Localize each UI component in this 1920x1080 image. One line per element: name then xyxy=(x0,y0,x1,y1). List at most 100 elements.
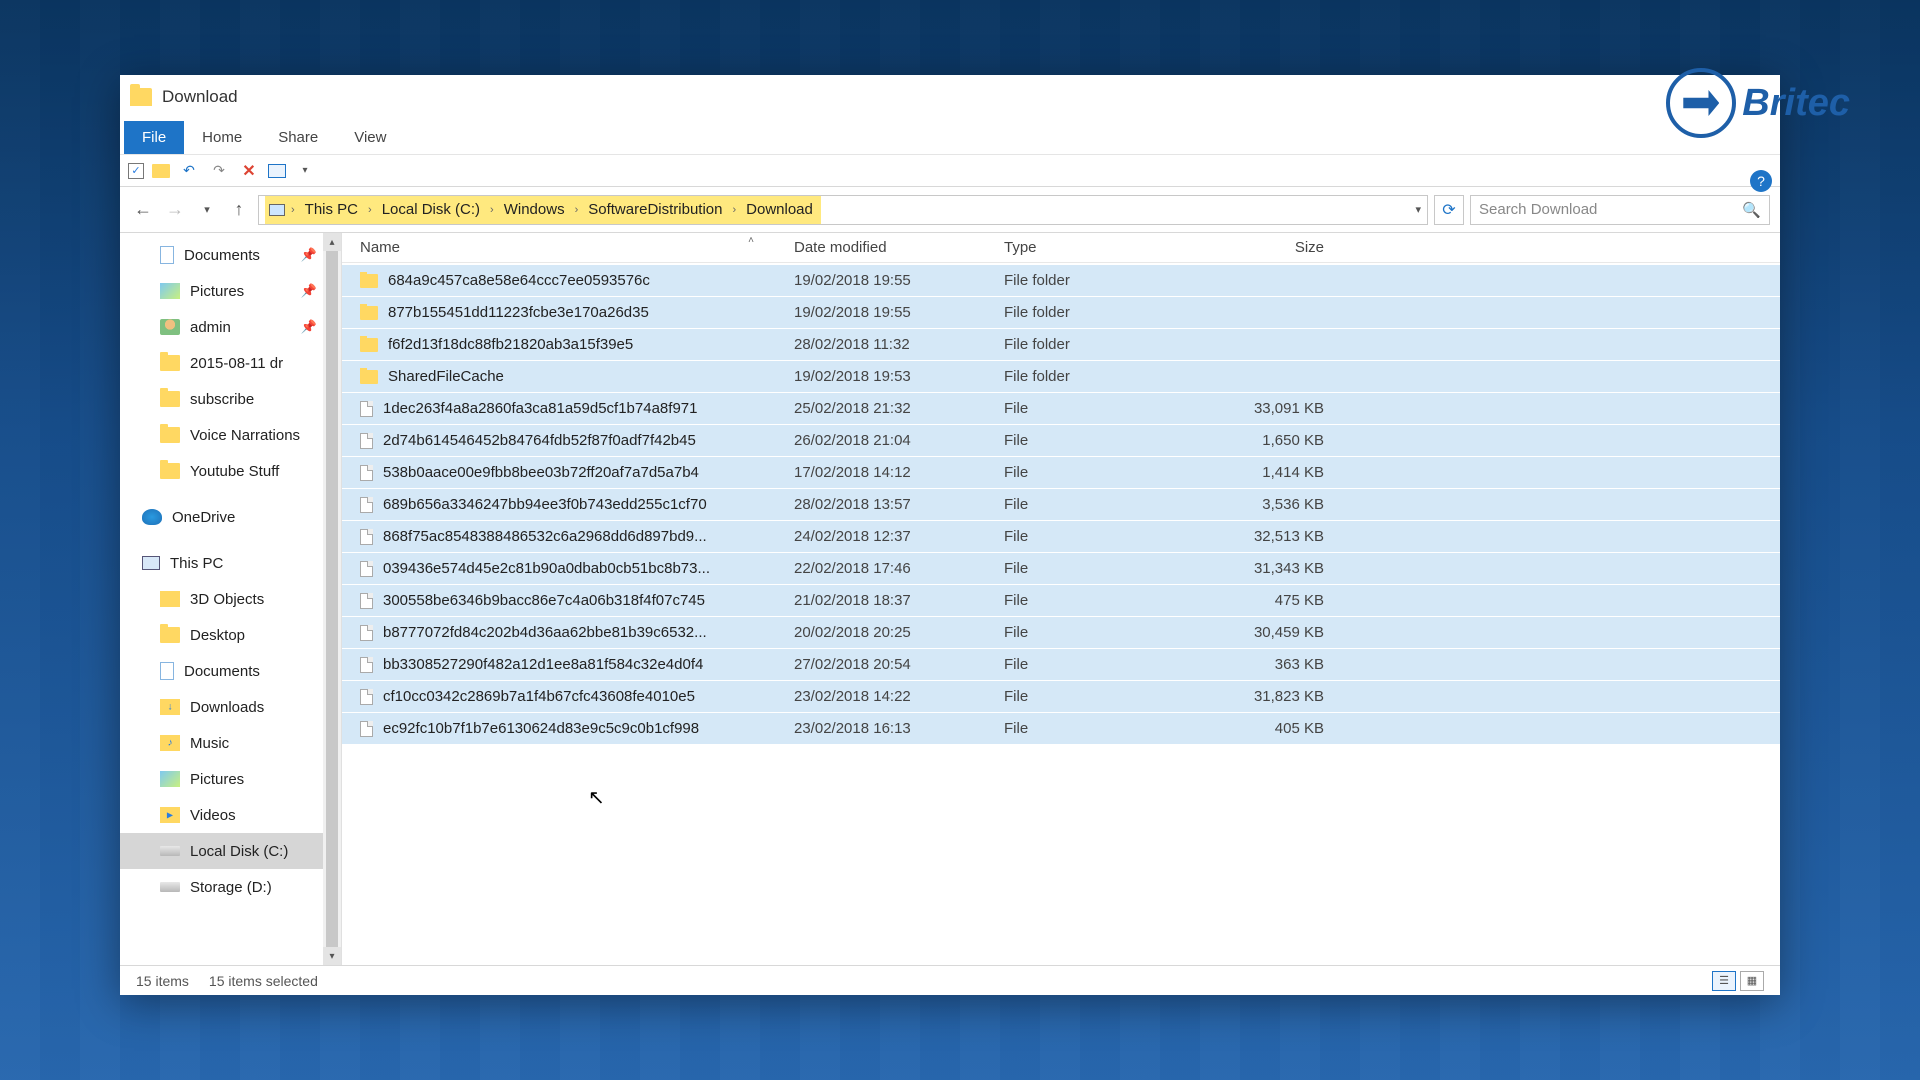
chevron-right-icon[interactable]: › xyxy=(366,204,374,216)
file-date: 23/02/2018 14:22 xyxy=(794,688,1004,705)
3d-objects-icon xyxy=(160,591,180,607)
sidebar-item-admin[interactable]: admin📌 xyxy=(120,309,341,345)
file-size: 3,536 KB xyxy=(1204,496,1334,513)
file-size: 363 KB xyxy=(1204,656,1334,673)
back-button[interactable]: ← xyxy=(130,197,156,223)
status-bar: 15 items 15 items selected ☰ ▦ xyxy=(120,965,1780,995)
crumb-softwaredistribution[interactable]: SoftwareDistribution xyxy=(580,196,730,224)
file-row[interactable]: 1dec263f4a8a2860fa3ca81a59d5cf1b74a8f971… xyxy=(342,393,1780,425)
folder-icon xyxy=(360,306,378,320)
sidebar-scrollbar[interactable]: ▴ ▾ xyxy=(323,233,341,965)
file-date: 28/02/2018 13:57 xyxy=(794,496,1004,513)
file-icon xyxy=(360,625,373,641)
file-date: 19/02/2018 19:55 xyxy=(794,272,1004,289)
details-view-button[interactable]: ☰ xyxy=(1712,971,1736,991)
file-date: 19/02/2018 19:53 xyxy=(794,368,1004,385)
file-row[interactable]: 300558be6346b9bacc86e7c4a06b318f4f07c745… xyxy=(342,585,1780,617)
file-row[interactable]: 877b155451dd11223fcbe3e170a26d3519/02/20… xyxy=(342,297,1780,329)
file-name: 1dec263f4a8a2860fa3ca81a59d5cf1b74a8f971 xyxy=(383,400,697,417)
sidebar-item-pictures[interactable]: Pictures xyxy=(120,761,341,797)
sidebar-item-desktop[interactable]: Desktop xyxy=(120,617,341,653)
chevron-right-icon[interactable]: › xyxy=(289,204,297,216)
properties-icon[interactable] xyxy=(268,164,286,178)
search-input[interactable]: Search Download 🔍 xyxy=(1470,195,1770,225)
delete-icon[interactable]: ✕ xyxy=(238,160,260,182)
sidebar-item-3d-objects[interactable]: 3D Objects xyxy=(120,581,341,617)
file-row[interactable]: bb3308527290f482a12d1ee8a81f584c32e4d0f4… xyxy=(342,649,1780,681)
tab-share[interactable]: Share xyxy=(260,121,336,154)
sidebar-item-pictures-quick[interactable]: Pictures📌 xyxy=(120,273,341,309)
file-row[interactable]: cf10cc0342c2869b7a1f4b67cfc43608fe4010e5… xyxy=(342,681,1780,713)
file-icon xyxy=(360,465,373,481)
sidebar-item-local-disk[interactable]: Local Disk (C:) xyxy=(120,833,341,869)
file-row[interactable]: SharedFileCache19/02/2018 19:53File fold… xyxy=(342,361,1780,393)
crumb-download[interactable]: Download xyxy=(738,196,821,224)
scroll-up-icon[interactable]: ▴ xyxy=(323,233,341,251)
sidebar-item-onedrive[interactable]: OneDrive xyxy=(120,499,341,535)
file-row[interactable]: 538b0aace00e9fbb8bee03b72ff20af7a7d5a7b4… xyxy=(342,457,1780,489)
crumb-local-disk[interactable]: Local Disk (C:) xyxy=(374,196,488,224)
sidebar-item-music[interactable]: Music xyxy=(120,725,341,761)
properties-check-icon[interactable]: ✓ xyxy=(128,163,144,179)
sidebar-item-videos[interactable]: Videos xyxy=(120,797,341,833)
file-date: 27/02/2018 20:54 xyxy=(794,656,1004,673)
scroll-down-icon[interactable]: ▾ xyxy=(323,947,341,965)
tab-file[interactable]: File xyxy=(124,121,184,154)
file-type: File xyxy=(1004,656,1204,673)
file-row[interactable]: 039436e574d45e2c81b90a0dbab0cb51bc8b73..… xyxy=(342,553,1780,585)
chevron-right-icon[interactable]: › xyxy=(573,204,581,216)
thumbnails-view-button[interactable]: ▦ xyxy=(1740,971,1764,991)
folder-icon xyxy=(360,370,378,384)
sidebar-item-subscribe[interactable]: subscribe xyxy=(120,381,341,417)
new-folder-icon[interactable] xyxy=(152,164,170,178)
file-row[interactable]: 689b656a3346247bb94ee3f0b743edd255c1cf70… xyxy=(342,489,1780,521)
chevron-right-icon[interactable]: › xyxy=(730,204,738,216)
chevron-right-icon[interactable]: › xyxy=(488,204,496,216)
column-name[interactable]: Name˄ xyxy=(342,239,794,256)
sidebar-item-voice[interactable]: Voice Narrations xyxy=(120,417,341,453)
redo-icon[interactable]: ↷ xyxy=(208,160,230,182)
file-row[interactable]: ec92fc10b7f1b7e6130624d83e9c5c9c0b1cf998… xyxy=(342,713,1780,745)
sidebar-item-documents[interactable]: Documents xyxy=(120,653,341,689)
sidebar-item-youtube[interactable]: Youtube Stuff xyxy=(120,453,341,489)
file-row[interactable]: 2d74b614546452b84764fdb52f87f0adf7f42b45… xyxy=(342,425,1780,457)
address-dropdown-icon[interactable]: ▾ xyxy=(1415,203,1421,216)
file-row[interactable]: b8777072fd84c202b4d36aa62bbe81b39c6532..… xyxy=(342,617,1780,649)
sidebar-item-documents-quick[interactable]: Documents📌 xyxy=(120,237,341,273)
file-row[interactable]: 684a9c457ca8e58e64ccc7ee0593576c19/02/20… xyxy=(342,265,1780,297)
sidebar-item-storage[interactable]: Storage (D:) xyxy=(120,869,341,905)
column-type[interactable]: Type xyxy=(1004,239,1204,256)
folder-icon xyxy=(160,391,180,407)
file-name: 868f75ac8548388486532c6a2968dd6d897bd9..… xyxy=(383,528,707,545)
sidebar-item-downloads[interactable]: Downloads xyxy=(120,689,341,725)
videos-icon xyxy=(160,807,180,823)
file-date: 24/02/2018 12:37 xyxy=(794,528,1004,545)
column-size[interactable]: Size xyxy=(1204,239,1334,256)
file-row[interactable]: 868f75ac8548388486532c6a2968dd6d897bd9..… xyxy=(342,521,1780,553)
file-date: 26/02/2018 21:04 xyxy=(794,432,1004,449)
search-icon[interactable]: 🔍 xyxy=(1742,201,1761,219)
crumb-windows[interactable]: Windows xyxy=(496,196,573,224)
titlebar[interactable]: Download xyxy=(120,75,1780,119)
crumb-this-pc[interactable]: This PC xyxy=(297,196,366,224)
drive-icon xyxy=(160,846,180,856)
address-bar[interactable]: › This PC › Local Disk (C:) › Windows › … xyxy=(258,195,1428,225)
up-button[interactable]: ↑ xyxy=(226,197,252,223)
file-type: File folder xyxy=(1004,336,1204,353)
undo-icon[interactable]: ↶ xyxy=(178,160,200,182)
file-row[interactable]: f6f2d13f18dc88fb21820ab3a15f39e528/02/20… xyxy=(342,329,1780,361)
column-date[interactable]: Date modified xyxy=(794,239,1004,256)
refresh-button[interactable]: ⟳ xyxy=(1434,195,1464,225)
qat-dropdown-icon[interactable]: ▾ xyxy=(294,160,316,182)
sidebar-item-date-folder[interactable]: 2015-08-11 dr xyxy=(120,345,341,381)
scroll-thumb[interactable] xyxy=(326,251,338,947)
recent-dropdown-icon[interactable]: ▾ xyxy=(194,197,220,223)
file-date: 28/02/2018 11:32 xyxy=(794,336,1004,353)
tab-home[interactable]: Home xyxy=(184,121,260,154)
file-type: File folder xyxy=(1004,272,1204,289)
forward-button[interactable]: → xyxy=(162,197,188,223)
sidebar-item-this-pc[interactable]: This PC xyxy=(120,545,341,581)
tab-view[interactable]: View xyxy=(336,121,404,154)
help-icon[interactable]: ? xyxy=(1750,170,1772,192)
folder-icon xyxy=(160,463,180,479)
